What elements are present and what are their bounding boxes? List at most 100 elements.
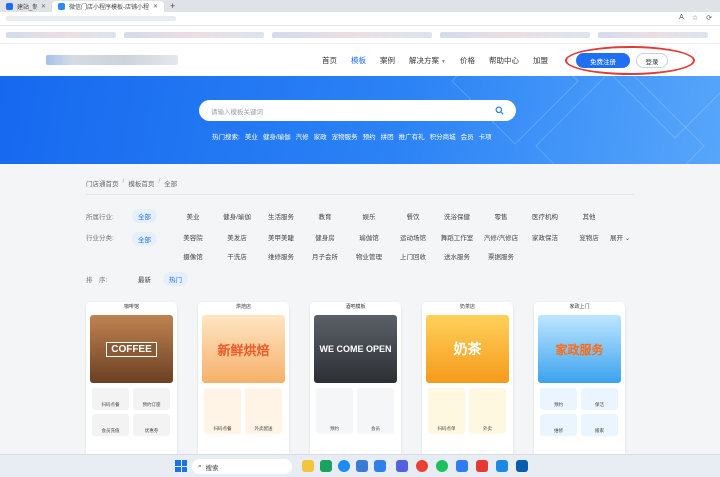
hot-term[interactable]: 积分商城 — [430, 131, 456, 141]
filter-option[interactable]: 物业管理 — [347, 251, 391, 261]
register-button[interactable]: 免费注册 — [576, 53, 630, 68]
site-logo[interactable] — [46, 55, 178, 65]
hot-term[interactable]: 拼团 — [381, 131, 394, 141]
feature-label: 扫码点单 — [437, 426, 456, 431]
browser-tab[interactable]: 建站_制作小程序 ✕ — [0, 1, 52, 12]
app-icon[interactable] — [436, 460, 448, 472]
hot-term[interactable]: 预约 — [363, 131, 376, 141]
card-feature-grid: 预约 会员 — [316, 388, 395, 434]
nav-item-solutions[interactable]: 解决方案 ▼ — [409, 55, 446, 66]
filter-option[interactable]: 瑜伽馆 — [347, 232, 391, 242]
edge-browser-icon[interactable] — [338, 460, 350, 472]
nav-item-join[interactable]: 加盟 — [533, 55, 548, 66]
search-input[interactable]: 请输入模板关键词 — [211, 106, 495, 116]
nav-item-templates[interactable]: 模板 — [351, 55, 366, 66]
sort-option-newest[interactable]: 最新 — [132, 272, 157, 286]
filter-option[interactable]: 干洗店 — [215, 251, 259, 261]
hot-term[interactable]: 健身/瑜伽 — [263, 131, 291, 141]
hot-term[interactable]: 美业 — [245, 131, 258, 141]
template-card[interactable]: 酒吧模板 WE COME OPEN 预约 会员 — [310, 302, 401, 462]
filter-option[interactable]: 维修服务 — [259, 251, 303, 261]
filter-option[interactable]: 洗浴保健 — [435, 211, 479, 221]
template-card[interactable]: 烘焙店 新鲜烘焙 扫码点餐 外卖配送 — [198, 302, 289, 462]
file-explorer-icon[interactable] — [302, 460, 314, 472]
browser-tab-active[interactable]: 微信门店小程序模板-店铺小程序 ✕ — [52, 1, 164, 12]
login-button[interactable]: 登录 — [636, 53, 668, 68]
app-icon[interactable] — [356, 460, 368, 472]
hot-term[interactable]: 会员 — [461, 131, 474, 141]
filter-option[interactable]: 运动场馆 — [391, 232, 435, 242]
expand-filter-button[interactable]: 展开 ⌄ — [610, 232, 630, 242]
filter-option[interactable]: 医疗机构 — [523, 211, 567, 221]
filter-option-all[interactable]: 全部 — [132, 232, 157, 246]
filter-option[interactable]: 月子会所 — [303, 251, 347, 261]
app-icon[interactable] — [456, 460, 468, 472]
filter-option[interactable]: 教育 — [303, 211, 347, 221]
filter-option[interactable]: 美容院 — [171, 232, 215, 242]
hot-term[interactable]: 宠物服务 — [332, 131, 358, 141]
filter-option[interactable]: 汽修/汽修店 — [479, 232, 523, 242]
hot-term[interactable]: 推广有礼 — [399, 131, 425, 141]
filter-option[interactable]: 上门回收 — [391, 251, 435, 261]
wechat-icon[interactable] — [320, 460, 332, 472]
nav-item-home[interactable]: 首页 — [322, 55, 337, 66]
filter-option[interactable]: 零售 — [479, 211, 523, 221]
search-icon[interactable] — [495, 106, 504, 115]
browser-tab-bar: 建站_制作小程序 ✕ 微信门店小程序模板-店铺小程序 ✕ + — [0, 0, 720, 12]
sort-filter: 排 序: 最新 热门 — [86, 272, 188, 286]
filter-option[interactable]: 生活服务 — [259, 211, 303, 221]
breadcrumb-item[interactable]: 门店通首页 — [86, 178, 119, 188]
template-search-box[interactable]: 请输入模板关键词 — [199, 100, 516, 121]
template-card[interactable]: 奶茶店 奶茶 扫码点单 外卖 — [422, 302, 513, 462]
close-icon[interactable]: ✕ — [153, 3, 158, 10]
filter-option[interactable]: 美发店 — [215, 232, 259, 242]
nav-item-help[interactable]: 帮助中心 — [489, 55, 519, 66]
wps-icon[interactable] — [476, 460, 488, 472]
chrome-icon[interactable] — [416, 460, 428, 472]
filter-option[interactable]: 餐饮 — [391, 211, 435, 221]
filter-option[interactable]: 舞蹈工作室 — [435, 232, 479, 242]
filter-option[interactable]: 宠物店 — [567, 232, 611, 242]
filter-option[interactable]: 美业 — [171, 211, 215, 221]
nav-item-cases[interactable]: 案例 — [380, 55, 395, 66]
filter-option[interactable]: 其他 — [567, 211, 611, 221]
refresh-icon[interactable]: ⟳ — [706, 14, 712, 22]
windows-start-icon[interactable] — [175, 460, 187, 472]
filter-option[interactable]: 摄像馆 — [171, 251, 215, 261]
filter-option[interactable]: 娱乐 — [347, 211, 391, 221]
bookmark-blur[interactable] — [6, 32, 116, 38]
template-card[interactable]: 家政上门 家政服务 预约 保洁 维修 搬家 — [534, 302, 625, 462]
close-icon[interactable]: ✕ — [41, 3, 46, 10]
search-icon: ⌕ — [198, 462, 202, 470]
nav-item-pricing[interactable]: 价格 — [460, 55, 475, 66]
filter-option[interactable]: 健身/瑜伽 — [215, 211, 259, 221]
filter-option[interactable]: 健身房 — [303, 232, 347, 242]
filter-option[interactable]: 家政保洁 — [523, 232, 567, 242]
app-icon[interactable] — [374, 460, 386, 472]
bookmark-blur[interactable] — [124, 32, 264, 38]
address-bar[interactable]: A ☆ ⟳ — [0, 12, 720, 26]
bookmark-blur[interactable] — [598, 32, 708, 38]
hot-term[interactable]: 家政 — [314, 131, 327, 141]
site-header: 首页 模板 案例 解决方案 ▼ 价格 帮助中心 加盟 免费注册 登录 — [0, 44, 720, 76]
hot-term[interactable]: 卡项 — [479, 131, 492, 141]
filter-option[interactable]: 送水服务 — [435, 251, 479, 261]
taskbar-search[interactable]: ⌕ 搜索 — [192, 459, 292, 474]
new-tab-button[interactable]: + — [164, 1, 181, 12]
filter-option[interactable]: 票据服务 — [479, 251, 523, 261]
breadcrumb-item[interactable]: 模板首页 — [128, 178, 154, 188]
app-icon[interactable] — [396, 460, 408, 472]
bookmark-blur[interactable] — [440, 32, 590, 38]
read-aloud-icon[interactable]: A — [679, 14, 684, 22]
favorite-star-icon[interactable]: ☆ — [692, 14, 698, 22]
app-icon[interactable] — [516, 460, 528, 472]
hot-term[interactable]: 汽修 — [296, 131, 309, 141]
template-card[interactable]: 咖啡馆 COFFEE 扫码点餐 预约订座 会员充值 优惠券 — [86, 302, 177, 462]
filter-option-all[interactable]: 全部 — [132, 209, 157, 223]
feature-tile: 扫码点餐 — [204, 388, 241, 434]
app-icon[interactable] — [496, 460, 508, 472]
url-field[interactable] — [6, 16, 176, 21]
bookmark-blur[interactable] — [272, 32, 432, 38]
sort-option-popular[interactable]: 热门 — [163, 272, 188, 286]
filter-option[interactable]: 美甲美睫 — [259, 232, 303, 242]
